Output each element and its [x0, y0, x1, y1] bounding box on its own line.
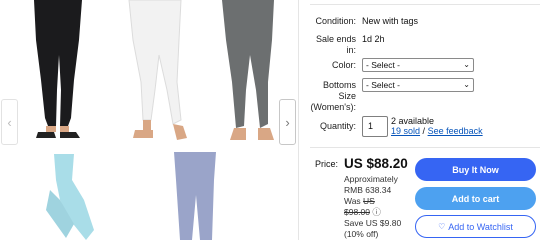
sale-ends-label: Sale ends in:	[316, 34, 356, 56]
add-to-watchlist-button[interactable]: ♡ Add to Watchlist	[415, 215, 536, 238]
was-price: Was US $98.00 ⓘ	[344, 196, 381, 218]
next-image-button[interactable]: ›	[279, 99, 296, 145]
size-select[interactable]: - Select - ⌄	[362, 78, 474, 92]
chevron-left-icon: ‹	[7, 114, 12, 130]
light-blue-leggings-image	[46, 154, 94, 240]
buy-it-now-button[interactable]: Buy It Now	[415, 158, 536, 181]
approx-line2: RMB 638.34	[344, 185, 392, 195]
price-label: Price:	[315, 159, 339, 169]
color-select[interactable]: - Select - ⌄	[362, 58, 474, 72]
price-divider	[310, 147, 540, 148]
quantity-label: Quantity:	[319, 121, 356, 131]
sale-ends-label-line1: Sale ends	[315, 34, 356, 44]
previous-image-button[interactable]: ‹	[1, 99, 18, 145]
was-price-currency: US	[363, 196, 375, 206]
size-label: Bottoms Size (Women's):	[310, 80, 356, 113]
product-photo-gray[interactable]	[216, 0, 280, 142]
product-photo-white[interactable]	[117, 0, 197, 142]
top-divider	[310, 4, 540, 5]
approx-price: Approximately RMB 638.34	[344, 174, 398, 196]
savings-amount: Save US $9.80	[344, 218, 402, 228]
condition-label: Condition:	[315, 16, 356, 26]
quantity-input[interactable]: 1	[362, 116, 388, 137]
product-photo-light-blue[interactable]	[40, 150, 100, 240]
color-label: Color:	[331, 60, 356, 70]
add-to-cart-button[interactable]: Add to cart	[415, 187, 536, 210]
size-label-line2: Size	[338, 91, 356, 101]
condition-value: New with tags	[362, 16, 419, 26]
black-leggings-image	[34, 0, 82, 138]
item-details-panel: Condition: New with tags Sale ends in: 1…	[299, 0, 540, 240]
size-label-line3: (Women's):	[310, 102, 356, 112]
slash-separator: /	[422, 126, 426, 136]
was-prefix: Was	[344, 196, 364, 206]
color-select-value: - Select -	[366, 60, 401, 70]
chevron-right-icon: ›	[285, 114, 290, 130]
chevron-down-icon: ⌄	[463, 80, 470, 89]
sold-link[interactable]: 19 sold	[391, 126, 420, 136]
was-price-amount: $98.00	[344, 207, 370, 217]
info-icon[interactable]: ⓘ	[372, 207, 381, 217]
white-leggings-image	[128, 0, 187, 140]
size-select-value: - Select -	[366, 80, 401, 90]
approx-line1: Approximately	[344, 174, 398, 184]
image-gallery: ‹ ›	[0, 0, 297, 240]
savings-percent: (10% off)	[344, 229, 379, 239]
sold-feedback-row: 19 sold / See feedback	[391, 126, 483, 137]
watchlist-label: Add to Watchlist	[448, 221, 513, 232]
sale-ends-value: 1d 2h	[362, 34, 385, 44]
lavender-leggings-image	[174, 152, 216, 240]
price-value: US $88.20	[344, 156, 408, 171]
size-label-line1: Bottoms	[322, 80, 356, 90]
see-feedback-link[interactable]: See feedback	[428, 126, 483, 136]
product-photo-black[interactable]	[24, 0, 94, 142]
product-photo-lavender[interactable]	[168, 150, 222, 240]
chevron-down-icon: ⌄	[463, 60, 470, 69]
gray-leggings-image	[222, 0, 274, 140]
sale-ends-label-line2: in:	[346, 45, 356, 55]
heart-icon: ♡	[438, 222, 446, 231]
savings: Save US $9.80 (10% off)	[344, 218, 401, 240]
